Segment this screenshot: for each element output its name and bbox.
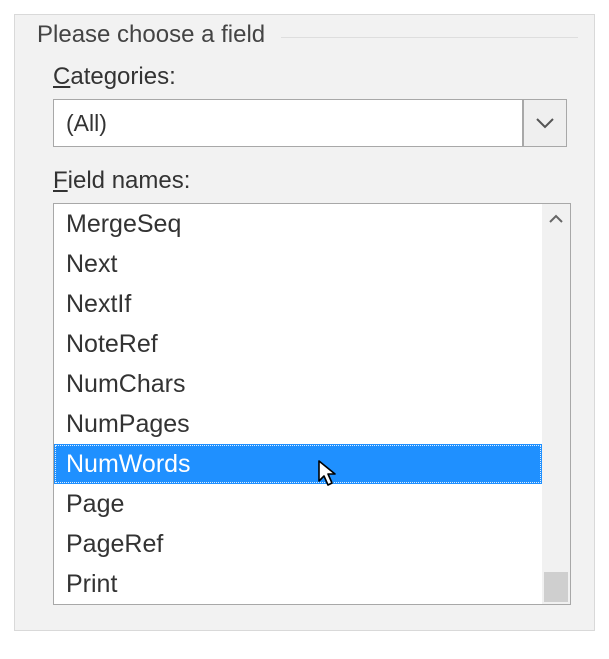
list-item[interactable]: Next (54, 244, 542, 284)
categories-label: Categories: (53, 63, 570, 91)
list-item[interactable]: NumChars (54, 364, 542, 404)
legend-rule (281, 37, 578, 38)
fieldnames-label-text: ield names: (68, 167, 191, 194)
fieldnames-mnemonic: F (53, 167, 68, 194)
list-item[interactable]: Print (54, 564, 542, 604)
list-item[interactable]: NumPages (54, 404, 542, 444)
fieldnames-listbox[interactable]: MergeSeqNextNextIfNoteRefNumCharsNumPage… (53, 203, 571, 605)
scroll-track[interactable] (542, 234, 570, 604)
chevron-down-icon (536, 117, 554, 129)
fieldnames-viewport: MergeSeqNextNextIfNoteRefNumCharsNumPage… (54, 204, 542, 604)
list-item[interactable]: NextIf (54, 284, 542, 324)
fieldnames-scrollbar[interactable] (542, 204, 570, 604)
field-chooser-panel: Please choose a field Categories: (All) … (14, 14, 595, 631)
categories-combobox[interactable]: (All) (53, 99, 567, 147)
scroll-up-button[interactable] (542, 204, 570, 234)
list-item[interactable]: MergeSeq (54, 204, 542, 244)
panel-content: Categories: (All) Field names: MergeSeqN… (35, 63, 574, 605)
categories-selected-value[interactable]: (All) (53, 99, 523, 147)
list-item[interactable]: NumWords (54, 444, 542, 484)
fieldnames-label: Field names: (53, 167, 570, 195)
panel-legend: Please choose a field (33, 21, 269, 49)
categories-dropdown-button[interactable] (523, 99, 567, 147)
fieldnames-list: MergeSeqNextNextIfNoteRefNumCharsNumPage… (54, 204, 542, 604)
list-item[interactable]: NoteRef (54, 324, 542, 364)
chevron-up-icon (549, 214, 563, 224)
scroll-thumb[interactable] (544, 572, 568, 602)
list-item[interactable]: PageRef (54, 524, 542, 564)
categories-label-text: ategories: (70, 63, 175, 90)
categories-mnemonic: C (53, 63, 70, 90)
list-item[interactable]: Page (54, 484, 542, 524)
